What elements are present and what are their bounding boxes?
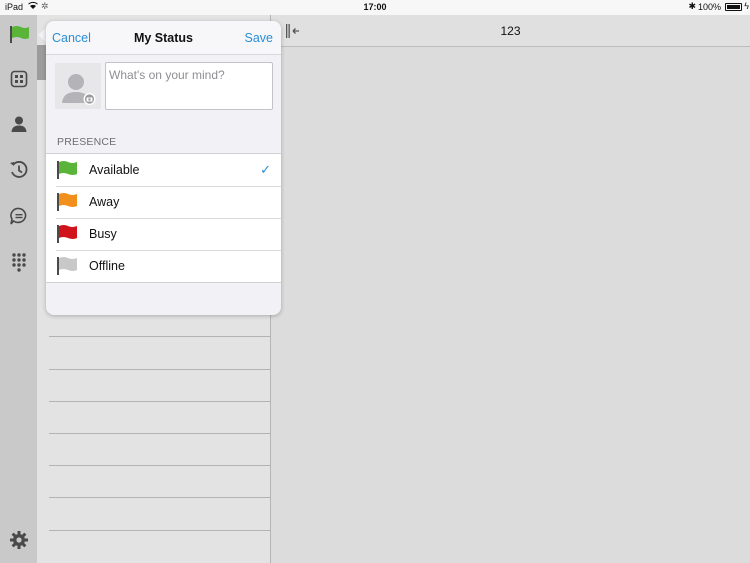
battery-icon	[725, 3, 742, 11]
list-divider	[49, 336, 271, 337]
available-flag-icon	[56, 161, 78, 179]
popover-nav-bar: Cancel My Status Save	[46, 21, 281, 55]
status-message-input[interactable]	[105, 62, 273, 110]
contact-icon[interactable]	[0, 107, 37, 141]
history-icon[interactable]	[0, 153, 37, 187]
presence-label: Available	[89, 163, 140, 177]
away-flag-icon	[56, 193, 78, 211]
busy-flag-icon	[56, 225, 78, 243]
my-status-popover: Cancel My Status Save PRESENCE Available…	[46, 21, 281, 315]
list-divider	[49, 530, 271, 531]
presence-option-away[interactable]: Away	[46, 186, 281, 218]
avatar[interactable]	[55, 63, 101, 109]
save-button[interactable]: Save	[245, 31, 274, 45]
list-divider	[49, 497, 271, 498]
dialpad-icon[interactable]	[0, 245, 37, 279]
status-bar: iPad ✲ 17:00 ✱ 100% ϟ	[0, 0, 750, 15]
offline-flag-icon	[56, 257, 78, 275]
presence-label: Away	[89, 195, 120, 209]
chat-icon[interactable]	[0, 199, 37, 233]
presence-list: Available ✓ Away Busy Offline	[46, 153, 281, 283]
charging-icon: ϟ	[744, 1, 749, 11]
presence-option-busy[interactable]: Busy	[46, 218, 281, 250]
list-divider	[49, 401, 271, 402]
presence-label: Offline	[89, 259, 125, 273]
detail-title: 123	[500, 24, 521, 38]
status-time: 17:00	[363, 2, 387, 12]
list-divider	[49, 369, 271, 370]
building-icon[interactable]	[0, 62, 37, 96]
presence-label: Busy	[89, 227, 117, 241]
detail-header: 123	[271, 15, 750, 47]
navigation-rail	[0, 15, 37, 563]
presence-option-offline[interactable]: Offline	[46, 250, 281, 282]
presence-section-header: PRESENCE	[57, 136, 117, 148]
settings-icon[interactable]	[0, 523, 37, 557]
flag-icon[interactable]	[0, 17, 37, 51]
checkmark-icon: ✓	[260, 162, 271, 177]
presence-option-available[interactable]: Available ✓	[46, 154, 281, 186]
list-divider	[49, 433, 271, 434]
list-divider	[49, 465, 271, 466]
bluetooth-icon: ✱	[688, 1, 696, 11]
battery-percent: 100%	[697, 2, 721, 12]
